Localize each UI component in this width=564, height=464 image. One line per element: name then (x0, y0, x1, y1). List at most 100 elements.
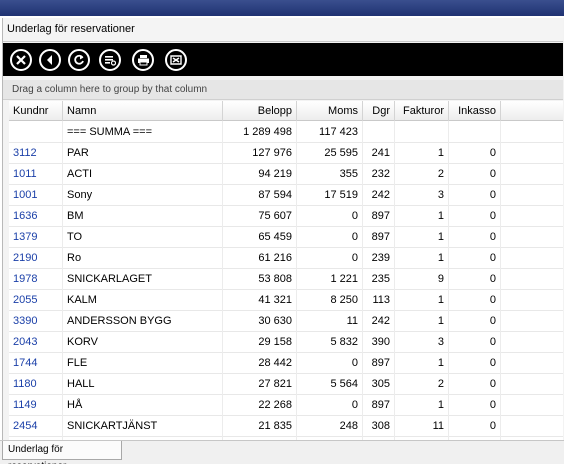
cell-dgr: 308 (363, 415, 395, 437)
cell-dgr: 242 (363, 310, 395, 332)
cell-moms: 11 (297, 310, 363, 332)
cell-belopp: 30 630 (223, 310, 297, 332)
cell-namn: SNICKARTJÄNST (63, 415, 223, 437)
window-title-bar: Underlag för reservationer (3, 18, 563, 42)
cell-dgr: 897 (363, 226, 395, 248)
table-row[interactable]: 2055 KALM 41 321 8 250 113 1 0 (9, 289, 563, 311)
table-row[interactable]: 2043 KORV 29 158 5 832 390 3 0 (9, 331, 563, 353)
cell-fakturor: 1 (395, 310, 449, 332)
cell-inkasso: 0 (449, 268, 501, 290)
cell-dgr: 242 (363, 184, 395, 206)
cell-belopp: 27 821 (223, 373, 297, 395)
cell-moms: 248 (297, 415, 363, 437)
table-row[interactable]: 1744 FLE 28 442 0 897 1 0 (9, 352, 563, 374)
cell-kundnr (9, 121, 63, 143)
cell-moms: 17 519 (297, 184, 363, 206)
cell-belopp: 127 976 (223, 142, 297, 164)
cell-namn: === SUMMA === (63, 121, 223, 143)
table-row[interactable]: 3112 PAR 127 976 25 595 241 1 0 (9, 142, 563, 164)
table-row[interactable]: 2454 SNICKARTJÄNST 21 835 248 308 11 0 (9, 415, 563, 437)
cell-namn: FLE (63, 352, 223, 374)
cell-fakturor: 3 (395, 331, 449, 353)
cell-kundnr: 2055 (9, 289, 63, 311)
table-row[interactable]: 1149 HÅ 22 268 0 897 1 0 (9, 394, 563, 416)
cell-fakturor: 1 (395, 289, 449, 311)
cell-belopp: 41 321 (223, 289, 297, 311)
cell-fakturor: 11 (395, 415, 449, 437)
cell-dgr: 232 (363, 163, 395, 185)
cell-moms: 355 (297, 163, 363, 185)
cell-inkasso: 0 (449, 163, 501, 185)
table-row[interactable]: 1978 SNICKARLAGET 53 808 1 221 235 9 0 (9, 268, 563, 290)
refresh-icon (74, 54, 84, 65)
cell-moms: 117 423 (297, 121, 363, 143)
table-row[interactable]: 1379 TO 65 459 0 897 1 0 (9, 226, 563, 248)
cell-namn: HALL (63, 373, 223, 395)
col-header-kundnr[interactable]: Kundnr (9, 101, 63, 121)
cell-namn: ACTI (63, 163, 223, 185)
back-button[interactable] (39, 49, 61, 71)
cell-moms: 0 (297, 205, 363, 227)
cell-inkasso: 0 (449, 184, 501, 206)
cell-kundnr: 1001 (9, 184, 63, 206)
cell-kundnr: 1149 (9, 394, 63, 416)
cell-fakturor: 2 (395, 163, 449, 185)
cell-moms: 8 250 (297, 289, 363, 311)
table-row[interactable]: 1180 HALL 27 821 5 564 305 2 0 (9, 373, 563, 395)
cell-dgr: 390 (363, 331, 395, 353)
cell-fakturor: 1 (395, 205, 449, 227)
bottom-tab-strip: Underlag för reservationer (0, 440, 564, 464)
print-button[interactable] (132, 49, 154, 71)
cell-moms: 0 (297, 394, 363, 416)
cell-belopp: 65 459 (223, 226, 297, 248)
cell-dgr: 113 (363, 289, 395, 311)
close-icon (16, 55, 26, 65)
cell-namn: KORV (63, 331, 223, 353)
col-header-moms[interactable]: Moms (297, 101, 363, 121)
cell-fakturor: 9 (395, 268, 449, 290)
cell-fakturor: 3 (395, 184, 449, 206)
cell-kundnr: 1978 (9, 268, 63, 290)
cell-moms: 5 832 (297, 331, 363, 353)
table-row[interactable]: 3390 ANDERSSON BYGG 30 630 11 242 1 0 (9, 310, 563, 332)
cell-belopp: 22 268 (223, 394, 297, 416)
cell-kundnr: 1744 (9, 352, 63, 374)
col-header-inkasso[interactable]: Inkasso (449, 101, 501, 121)
cell-moms: 0 (297, 352, 363, 374)
grid-header: Kundnr Namn Belopp Moms Dgr Fakturor Ink… (9, 101, 563, 121)
cell-inkasso: 0 (449, 373, 501, 395)
cell-belopp: 28 442 (223, 352, 297, 374)
cell-fakturor (395, 121, 449, 143)
group-by-panel[interactable]: Drag a column here to group by that colu… (3, 80, 563, 100)
col-header-belopp[interactable]: Belopp (223, 101, 297, 121)
settings-list-icon (105, 56, 116, 66)
close-button[interactable] (10, 49, 32, 71)
cell-namn: PAR (63, 142, 223, 164)
cell-inkasso: 0 (449, 247, 501, 269)
cell-kundnr: 1011 (9, 163, 63, 185)
cell-namn: KALM (63, 289, 223, 311)
table-row[interactable]: 1011 ACTI 94 219 355 232 2 0 (9, 163, 563, 185)
cell-inkasso: 0 (449, 415, 501, 437)
settings-list-button[interactable] (99, 49, 121, 71)
table-row[interactable]: 2190 Ro 61 216 0 239 1 0 (9, 247, 563, 269)
refresh-button[interactable] (68, 49, 90, 71)
col-header-fakturor[interactable]: Fakturor (395, 101, 449, 121)
cell-kundnr: 3112 (9, 142, 63, 164)
col-header-namn[interactable]: Namn (63, 101, 223, 121)
cell-dgr: 241 (363, 142, 395, 164)
summary-row[interactable]: === SUMMA === 1 289 498 117 423 (9, 121, 563, 143)
cell-belopp: 87 594 (223, 184, 297, 206)
table-row[interactable]: 1636 BM 75 607 0 897 1 0 (9, 205, 563, 227)
export-button[interactable] (165, 49, 187, 71)
cell-belopp: 94 219 (223, 163, 297, 185)
cell-kundnr: 2190 (9, 247, 63, 269)
col-header-dgr[interactable]: Dgr (363, 101, 395, 121)
table-row[interactable]: 1001 Sony 87 594 17 519 242 3 0 (9, 184, 563, 206)
cell-namn: BM (63, 205, 223, 227)
cell-moms: 0 (297, 226, 363, 248)
bottom-tab-reservations[interactable]: Underlag för reservationer (2, 441, 122, 464)
cell-moms: 1 221 (297, 268, 363, 290)
cell-dgr: 897 (363, 205, 395, 227)
report-window: Underlag för reservationer Drag a column… (2, 18, 564, 464)
